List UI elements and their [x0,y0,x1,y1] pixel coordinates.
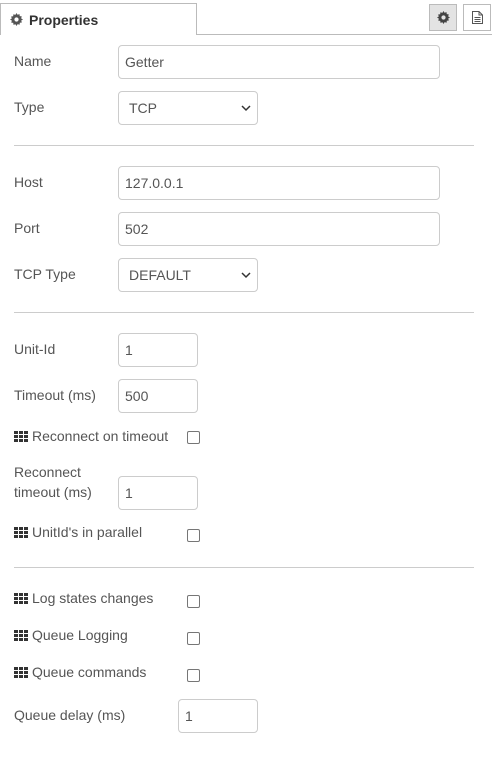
gear-icon [436,11,450,24]
queue-commands-checkbox[interactable] [187,669,200,682]
reconnect-on-timeout-checkbox[interactable] [187,431,200,444]
tcp-type-select[interactable]: DEFAULT [118,258,258,292]
tcp-type-label: TCP Type [14,266,76,282]
grid-icon [14,431,28,442]
name-input[interactable] [118,45,440,79]
queue-delay-input[interactable] [178,699,258,733]
grid-icon [14,527,28,538]
section-divider [14,145,474,146]
type-select-value: TCP [129,100,157,116]
queue-logging-label: Queue Logging [14,625,128,645]
unit-id-input[interactable] [118,333,198,367]
tcp-type-select-value: DEFAULT [129,267,191,283]
port-label: Port [14,220,40,236]
log-states-text: Log states changes [32,590,154,606]
description-button[interactable] [463,4,491,31]
log-states-label: Log states changes [14,588,153,608]
document-icon [471,11,483,24]
queue-commands-label: Queue commands [14,662,146,682]
unit-id-label: Unit-Id [14,341,56,357]
queue-commands-text: Queue commands [32,664,147,680]
log-states-checkbox[interactable] [187,595,200,608]
unitids-parallel-checkbox[interactable] [187,529,200,542]
type-select[interactable]: TCP [118,91,258,125]
type-label: Type [14,99,45,115]
gear-icon [10,13,23,26]
unitids-parallel-text: UnitId's in parallel [32,524,143,540]
timeout-input[interactable] [118,379,198,413]
queue-logging-text: Queue Logging [32,627,128,643]
section-divider [14,312,474,313]
reconnect-on-timeout-label: Reconnect on timeout [14,426,168,446]
tab-bar-divider [196,34,492,35]
host-input[interactable] [118,166,440,200]
grid-icon [14,630,28,641]
queue-logging-checkbox[interactable] [187,632,200,645]
reconnect-on-timeout-text: Reconnect on timeout [32,428,169,444]
reconnect-timeout-input[interactable] [118,476,198,510]
unitids-parallel-label: UnitId's in parallel [14,522,142,542]
reconnect-timeout-label: Reconnect timeout (ms) [14,464,92,500]
timeout-label: Timeout (ms) [14,387,96,403]
grid-icon [14,667,28,678]
chevron-down-icon [241,105,251,112]
section-divider [14,567,474,568]
chevron-down-icon [241,272,251,279]
tab-bar: Properties [0,0,492,36]
port-input[interactable] [118,212,440,246]
settings-button[interactable] [429,4,457,31]
queue-delay-label: Queue delay (ms) [14,707,126,723]
host-label: Host [14,174,43,190]
grid-icon [14,593,28,604]
tab-properties[interactable]: Properties [0,3,197,35]
tab-properties-label: Properties [29,12,99,28]
name-label: Name [14,53,52,69]
